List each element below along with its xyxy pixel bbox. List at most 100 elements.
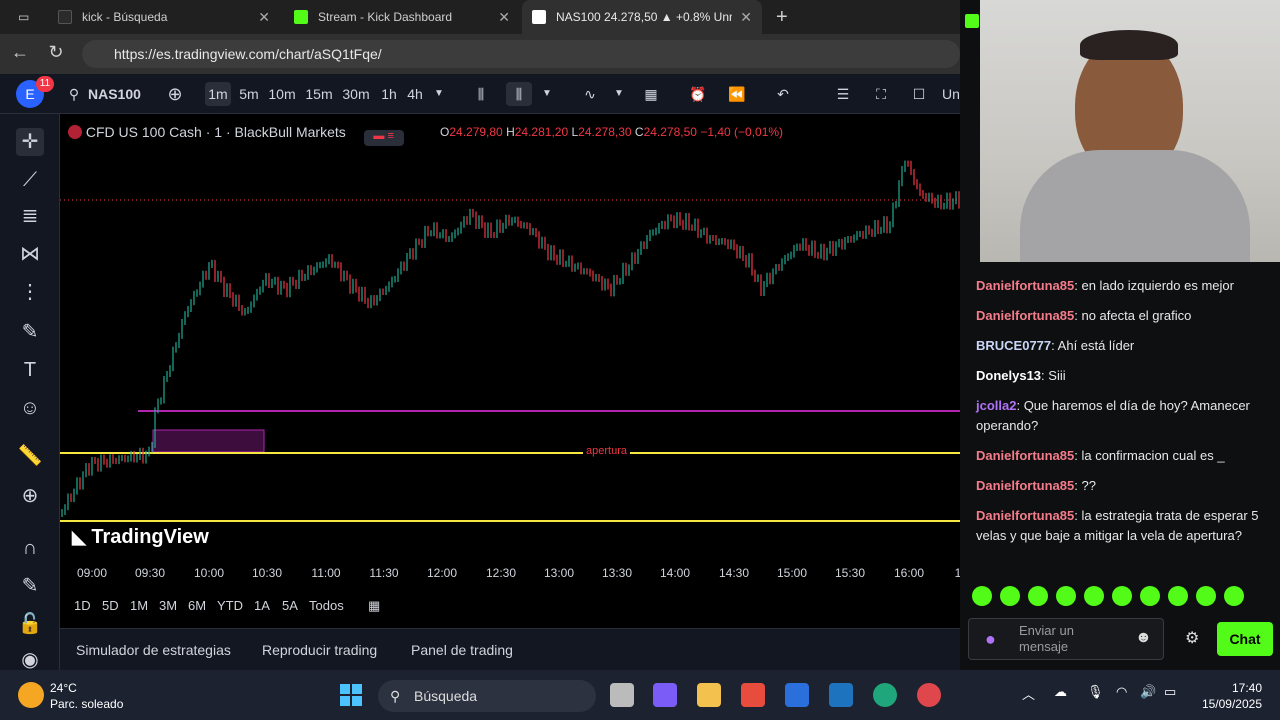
tab-strategy-tester[interactable]: Simulador de estrategias: [76, 642, 231, 658]
clock[interactable]: 17:40 15/09/2025: [1190, 680, 1262, 712]
chat-username[interactable]: Danielfortuna85: [976, 278, 1074, 293]
microphone-icon[interactable]: 🎙: [1087, 684, 1104, 700]
tab-kick-search[interactable]: kick - Búsqueda ✕: [48, 0, 280, 34]
close-icon[interactable]: ✕: [258, 9, 270, 26]
cloud-icon[interactable]: ☁: [1054, 684, 1067, 700]
copilot-icon[interactable]: [653, 683, 677, 707]
chevron-down-icon[interactable]: ▼: [540, 82, 554, 106]
weather-widget[interactable]: 24°C Parc. soleado: [50, 680, 123, 712]
windows-start-icon[interactable]: [340, 684, 362, 706]
lock-icon[interactable]: 🔓: [16, 610, 44, 638]
close-icon[interactable]: ✕: [740, 9, 752, 26]
microphone-icon[interactable]: ●: [985, 629, 996, 650]
emote-icon[interactable]: [1056, 586, 1076, 606]
emoji-icon[interactable]: ☺: [16, 394, 44, 422]
symbol-search[interactable]: NAS100: [88, 82, 141, 106]
outlook-icon[interactable]: [829, 683, 853, 707]
range-button[interactable]: 3M: [159, 598, 177, 613]
emote-icon[interactable]: [1224, 586, 1244, 606]
back-icon[interactable]: ←: [8, 42, 32, 63]
replay-icon[interactable]: ⏪: [726, 82, 748, 106]
range-button[interactable]: 6M: [188, 598, 206, 613]
emote-icon[interactable]: [1140, 586, 1160, 606]
volume-icon[interactable]: 🔊: [1140, 684, 1156, 700]
interval-10m[interactable]: 10m: [268, 82, 296, 106]
chat-username[interactable]: BRUCE0777: [976, 338, 1051, 353]
chat-username[interactable]: Danielfortuna85: [976, 448, 1074, 463]
undo-icon[interactable]: ↶: [772, 82, 794, 106]
url-field[interactable]: https://es.tradingview.com/chart/aSQ1tFq…: [82, 40, 960, 68]
emote-icon[interactable]: [1196, 586, 1216, 606]
tab-trading-panel[interactable]: Panel de trading: [411, 642, 513, 658]
compare-add-icon[interactable]: ⊕: [164, 82, 186, 106]
candles-icon[interactable]: ⫼: [470, 82, 492, 106]
ruler-icon[interactable]: 📏: [16, 442, 44, 470]
price-chart[interactable]: CFD US 100 Cash · 1 · BlackBull Markets …: [60, 114, 961, 628]
chat-username[interactable]: jcolla2: [976, 398, 1016, 413]
legend-buttons[interactable]: ▬ ≡: [363, 130, 404, 146]
emote-icon[interactable]: [1112, 586, 1132, 606]
tab-replay-trading[interactable]: Reproducir trading: [262, 642, 377, 658]
tab-kick-dashboard[interactable]: Stream - Kick Dashboard ✕: [284, 0, 520, 34]
chat-username[interactable]: Danielfortuna85: [976, 508, 1074, 523]
store-icon[interactable]: [741, 683, 765, 707]
task-view-icon[interactable]: [610, 683, 634, 707]
chat-username[interactable]: Danielfortuna85: [976, 478, 1074, 493]
interval-1m[interactable]: 1m: [205, 82, 231, 106]
search-icon[interactable]: ⚲: [66, 82, 82, 106]
tab-tradingview[interactable]: NAS100 24.278,50 ▲ +0.8% Unnam ✕: [522, 0, 762, 34]
chevron-down-icon[interactable]: ▼: [432, 82, 446, 106]
reload-icon[interactable]: ↻: [44, 42, 68, 63]
battery-icon[interactable]: ▭: [1164, 684, 1176, 700]
emote-icon[interactable]: [1084, 586, 1104, 606]
chat-username[interactable]: Donelys13: [976, 368, 1041, 383]
text-icon[interactable]: T: [16, 356, 44, 384]
lock-drawing-icon[interactable]: ✎: [16, 572, 44, 600]
bars-icon[interactable]: ⫼: [506, 82, 532, 106]
fib-icon[interactable]: ≣: [16, 202, 44, 230]
layouts-icon[interactable]: ▦: [640, 82, 662, 106]
range-button[interactable]: 1A: [254, 598, 270, 613]
new-tab-button[interactable]: +: [766, 0, 798, 34]
edge-icon[interactable]: [873, 683, 897, 707]
magnet-icon[interactable]: ∩: [16, 534, 44, 562]
range-button[interactable]: YTD: [217, 598, 243, 613]
range-button[interactable]: 1M: [130, 598, 148, 613]
interval-30m[interactable]: 30m: [342, 82, 370, 106]
zoom-in-icon[interactable]: ⊕: [16, 482, 44, 510]
toolbar-overflow-text[interactable]: Un: [942, 82, 960, 106]
chevron-down-icon[interactable]: ▼: [612, 82, 626, 106]
snapshot-icon[interactable]: ☐: [906, 82, 932, 106]
range-button[interactable]: 5A: [282, 598, 298, 613]
emote-icon[interactable]: [1000, 586, 1020, 606]
fullscreen-icon[interactable]: ⛶: [868, 82, 894, 106]
gear-icon[interactable]: ⚙: [1185, 628, 1199, 648]
close-icon[interactable]: ✕: [498, 9, 510, 26]
obs-icon[interactable]: [917, 683, 941, 707]
chat-username[interactable]: Danielfortuna85: [976, 308, 1074, 323]
crosshair-icon[interactable]: ✛: [16, 128, 44, 156]
emote-icon[interactable]: [1168, 586, 1188, 606]
alert-icon[interactable]: ⏰: [686, 82, 710, 106]
interval-15m[interactable]: 15m: [305, 82, 333, 106]
pattern-icon[interactable]: ⋈: [16, 240, 44, 268]
indicators-icon[interactable]: ∿: [578, 82, 602, 106]
tray-chevron-icon[interactable]: ︿: [1022, 684, 1035, 703]
goto-date-icon[interactable]: ▦: [368, 598, 380, 614]
emote-icon[interactable]: [972, 586, 992, 606]
interval-5m[interactable]: 5m: [238, 82, 260, 106]
emoji-picker-icon[interactable]: ☻: [1135, 629, 1152, 647]
wifi-icon[interactable]: ◠: [1116, 684, 1127, 700]
interval-4h[interactable]: 4h: [405, 82, 425, 106]
chat-input[interactable]: ● Enviar un mensaje ☻: [968, 618, 1164, 660]
interval-1h[interactable]: 1h: [379, 82, 399, 106]
app-icon[interactable]: [785, 683, 809, 707]
tab-actions-icon[interactable]: ▭: [8, 0, 38, 34]
trend-line-icon[interactable]: ⟋: [16, 166, 44, 194]
chat-send-button[interactable]: Chat: [1217, 622, 1273, 656]
range-button[interactable]: 5D: [102, 598, 119, 613]
settings-lines-icon[interactable]: ☰: [830, 82, 856, 106]
range-button[interactable]: Todos: [309, 598, 344, 613]
file-explorer-icon[interactable]: [697, 683, 721, 707]
taskbar-search[interactable]: ⚲ Búsqueda: [378, 680, 596, 712]
